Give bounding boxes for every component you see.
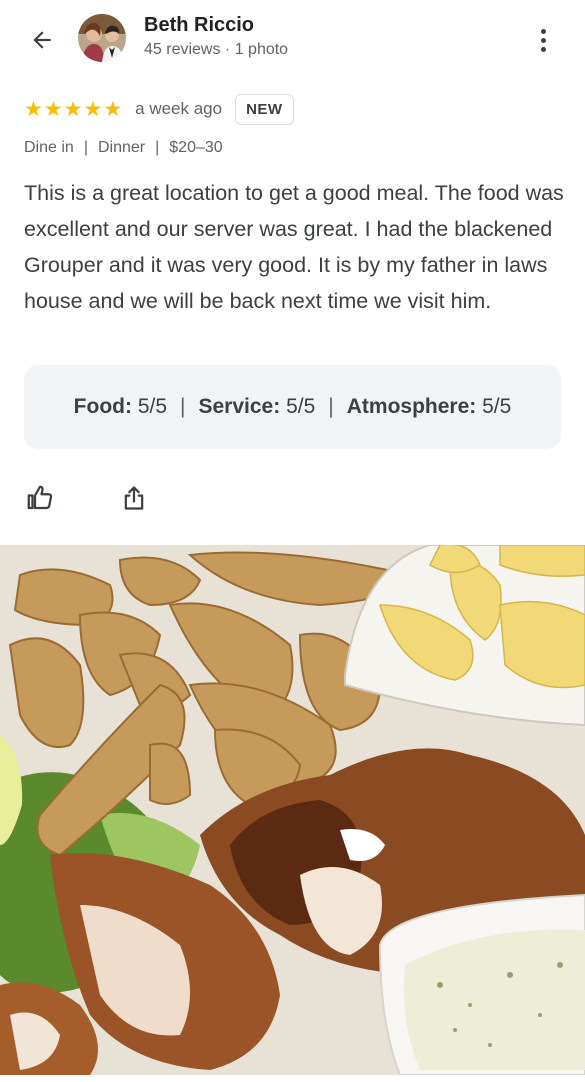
reviewer-meta: 45 reviews · 1 photo <box>144 41 289 58</box>
score-separator: | <box>180 395 186 418</box>
score-service-label: Service: <box>198 395 281 418</box>
review-header: Beth Riccio 45 reviews · 1 photo <box>0 0 585 80</box>
share-icon <box>124 486 144 510</box>
score-service-value: 5/5 <box>286 395 316 418</box>
star-icon: ★ <box>24 96 43 121</box>
star-icon: ★ <box>83 96 103 121</box>
more-vert-icon <box>540 28 546 34</box>
review-tags: Dine in | Dinner | $20–30 <box>24 139 223 157</box>
star-icon: ★ <box>63 96 83 121</box>
tag-dine-in: Dine in <box>24 139 74 156</box>
review-text: This is a great location to get a good m… <box>24 181 564 313</box>
review-photo[interactable] <box>0 545 585 1075</box>
score-food-label: Food: <box>73 395 132 418</box>
tag-separator: | <box>83 139 88 156</box>
back-button[interactable] <box>22 20 62 60</box>
review-time: a week ago <box>135 99 223 118</box>
star-rating: ★ ★ ★ ★ ★ <box>24 96 123 121</box>
review-actions <box>24 480 150 516</box>
arrow-back-icon <box>33 31 51 49</box>
score-separator: | <box>328 395 334 418</box>
tag-price: $20–30 <box>169 139 223 156</box>
avatar-photo <box>78 14 126 62</box>
tag-meal: Dinner <box>97 139 146 156</box>
star-icon: ★ <box>103 96 123 121</box>
star-icon: ★ <box>43 96 63 121</box>
score-atmosphere-value: 5/5 <box>482 395 512 418</box>
tag-separator: | <box>155 139 160 156</box>
more-options-button[interactable] <box>528 20 558 60</box>
like-button[interactable] <box>24 482 56 514</box>
reviewer-name[interactable]: Beth Riccio <box>144 14 254 37</box>
new-badge: NEW <box>235 93 294 125</box>
rating-row: ★ ★ ★ ★ ★ a week ago NEW <box>24 92 294 126</box>
score-summary: Food: 5/5 | Service: 5/5 | Atmosphere: 5… <box>24 365 561 449</box>
score-atmosphere-label: Atmosphere: <box>346 395 477 418</box>
avatar[interactable] <box>78 14 126 62</box>
share-button[interactable] <box>118 482 150 514</box>
score-food-value: 5/5 <box>137 395 168 418</box>
thumb-up-icon <box>27 485 53 510</box>
food-photo-illustration <box>0 545 585 1075</box>
